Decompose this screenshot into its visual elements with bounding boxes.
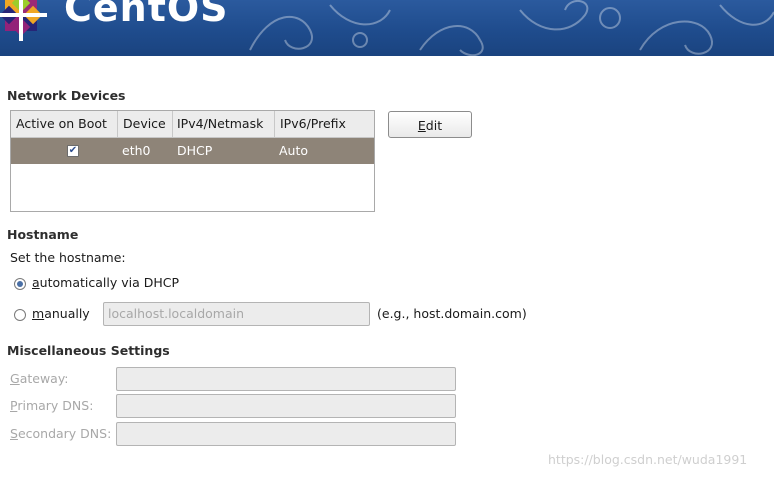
gateway-mnemonic: G [10, 371, 20, 386]
auto-dhcp-label[interactable]: automatically via DHCP [32, 275, 179, 290]
edit-button-label: dit [425, 118, 443, 133]
gateway-label: Gateway: [10, 371, 69, 386]
hostname-heading: Hostname [7, 227, 79, 242]
gateway-text: ateway: [19, 371, 69, 386]
network-devices-table[interactable]: Active on Boot Device IPv4/Netmask IPv6/… [10, 110, 375, 212]
manual-hostname-radio[interactable] [14, 309, 26, 321]
misc-settings-heading: Miscellaneous Settings [7, 343, 170, 358]
row-ipv4: DHCP [177, 143, 213, 158]
hostname-example: (e.g., host.domain.com) [377, 306, 527, 321]
column-header-device[interactable]: Device [118, 111, 173, 137]
centos-brand-title: CentOS [64, 0, 229, 30]
secondary-dns-label: Secondary DNS: [10, 426, 111, 441]
primary-dns-text: rimary DNS: [17, 398, 94, 413]
watermark-text: https://blog.csdn.net/wuda1991 [548, 452, 748, 467]
secondary-dns-mnemonic: S [10, 426, 18, 441]
column-header-ipv6-prefix[interactable]: IPv6/Prefix [275, 111, 374, 137]
active-on-boot-checkbox[interactable]: ✔ [67, 145, 79, 157]
column-header-ipv4-netmask[interactable]: IPv4/Netmask [173, 111, 275, 137]
secondary-dns-input[interactable] [116, 422, 456, 446]
auto-dhcp-mnemonic: a [32, 275, 40, 290]
manual-mnemonic: m [32, 306, 45, 321]
primary-dns-input[interactable] [116, 394, 456, 418]
secondary-dns-text: econdary DNS: [17, 426, 112, 441]
table-row[interactable]: ✔ eth0 DHCP Auto [11, 138, 374, 164]
gateway-input[interactable] [116, 367, 456, 391]
auto-dhcp-radio[interactable] [14, 278, 26, 290]
installer-banner: CentOS [0, 0, 774, 56]
network-devices-heading: Network Devices [7, 88, 126, 103]
hostname-prompt: Set the hostname: [10, 250, 126, 265]
row-device: eth0 [122, 143, 151, 158]
manual-text: anually [44, 306, 90, 321]
row-ipv6: Auto [279, 143, 309, 158]
auto-dhcp-text: utomatically via DHCP [39, 275, 179, 290]
centos-logo-icon [0, 0, 47, 41]
edit-button[interactable]: Edit [388, 111, 472, 138]
hostname-input[interactable]: localhost.localdomain [103, 302, 370, 326]
manual-hostname-label[interactable]: manually [32, 306, 90, 321]
edit-button-mnemonic: E [417, 118, 426, 133]
column-header-active-on-boot[interactable]: Active on Boot [11, 111, 118, 137]
table-header: Active on Boot Device IPv4/Netmask IPv6/… [11, 111, 374, 138]
checkmark-icon: ✔ [68, 145, 78, 156]
primary-dns-label: Primary DNS: [10, 398, 93, 413]
